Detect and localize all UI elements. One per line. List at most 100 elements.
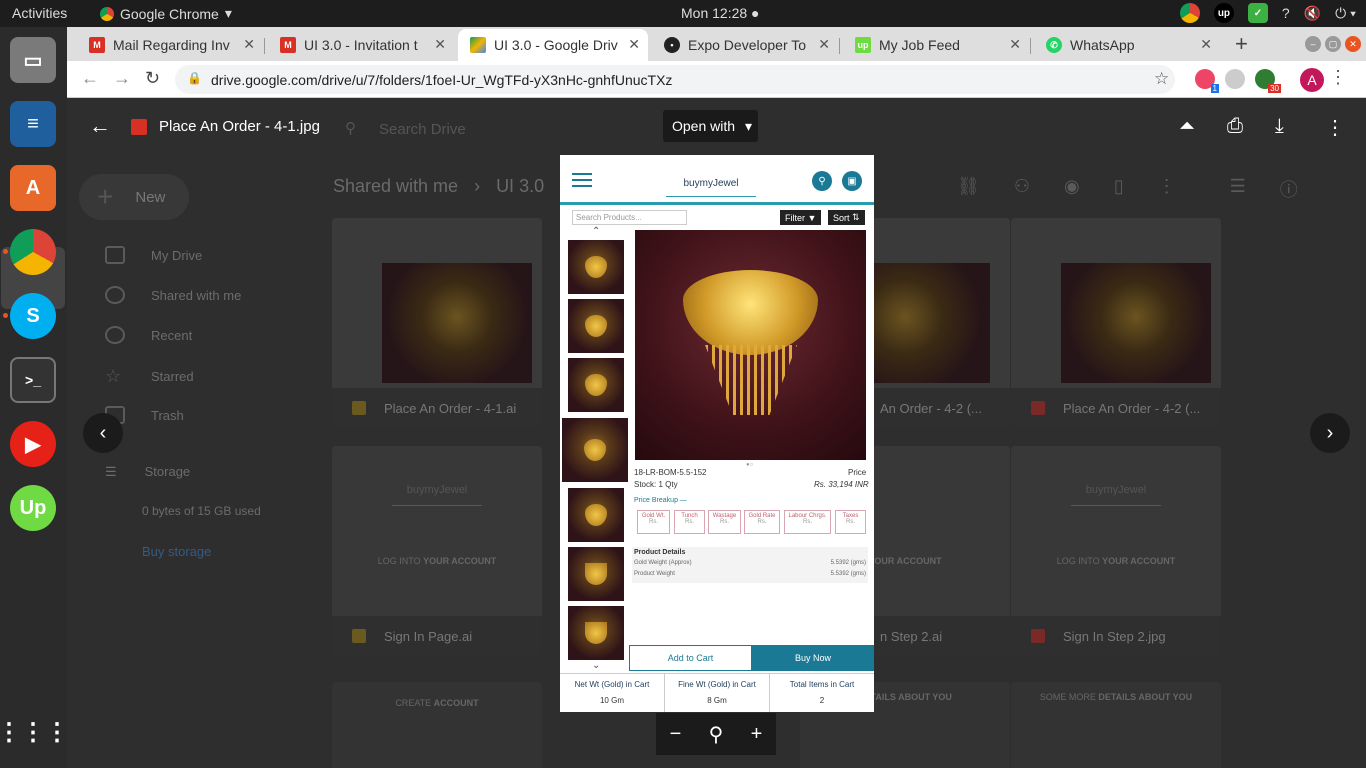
text-editor-icon[interactable]: ≡ — [10, 101, 56, 147]
close-window-button[interactable]: ✕ — [1345, 36, 1361, 52]
zoom-out-icon[interactable]: − — [670, 723, 682, 746]
tab-upwork[interactable]: up My Job Feed ✕ — [843, 29, 1029, 61]
clock[interactable]: Mon 12:28 ● — [681, 5, 760, 21]
add-person-icon[interactable]: ⚇ — [1014, 176, 1030, 202]
viewer-toolbar: ← Place An Order - 4-1.jpg Open with ▾ ⏶… — [67, 98, 1366, 154]
more-icon[interactable]: ⋮ — [1158, 176, 1176, 202]
file-card[interactable]: Place An Order - 4-1.ai — [332, 218, 542, 428]
pendant-fringe — [705, 345, 797, 415]
close-icon[interactable]: ✕ — [243, 36, 255, 53]
maximize-button[interactable]: ▢ — [1325, 36, 1341, 52]
reload-icon[interactable]: ↻ — [145, 68, 160, 89]
file-card[interactable]: buymyJewel LOG INTO YOUR ACCOUNT Sign In… — [1011, 446, 1221, 656]
thumb-heading: LOG INTO YOUR ACCOUNT — [332, 556, 542, 566]
print-icon[interactable]: ⎙ — [1227, 115, 1243, 138]
sidebar-item-my-drive[interactable]: My Drive — [105, 246, 202, 264]
new-tab-button[interactable]: + — [1235, 31, 1248, 57]
breakup-cell: Taxes Rs. — [835, 510, 866, 534]
image-file-icon — [131, 119, 147, 135]
more-vert-icon[interactable]: ⋮ — [1325, 115, 1345, 140]
preview-icon[interactable]: ◉ — [1064, 176, 1080, 202]
thumb-heading: SOME MORE DETAILS ABOUT YOU — [1011, 692, 1221, 702]
app-menu[interactable]: Google Chrome ▾ — [100, 5, 232, 22]
download-icon[interactable]: ⤓ — [1275, 115, 1284, 138]
chrome-dock-icon[interactable] — [10, 229, 56, 275]
chrome-tray-icon[interactable] — [1179, 3, 1200, 23]
pendant-thumb — [584, 439, 606, 461]
tab-invitation[interactable]: M UI 3.0 - Invitation t ✕ — [268, 29, 454, 61]
product-weight-value: 5.5392 (gms) — [830, 571, 866, 577]
file-manager-icon[interactable]: ▭ — [10, 37, 56, 83]
minimize-button[interactable]: – — [1305, 36, 1321, 52]
previous-file-button[interactable]: ‹ — [83, 413, 123, 453]
file-card[interactable]: buymyJewel LOG INTO YOUR ACCOUNT Sign In… — [332, 446, 542, 656]
summary-label: Total Items in Cart — [789, 680, 855, 689]
software-center-icon[interactable]: A — [10, 165, 56, 211]
upwork-tray-icon[interactable]: up — [1213, 3, 1234, 23]
carousel-dots: ●○ — [746, 462, 754, 468]
upwork-dock-icon[interactable]: Up — [10, 485, 56, 531]
next-file-button[interactable]: › — [1310, 413, 1350, 453]
extension-icon[interactable]: 1 — [1195, 69, 1219, 93]
info-icon[interactable]: ⓘ — [1280, 176, 1298, 202]
close-icon[interactable]: ✕ — [628, 36, 640, 53]
extension-icon-2[interactable] — [1225, 69, 1245, 89]
skype-icon[interactable]: S — [10, 293, 56, 339]
close-icon[interactable]: ✕ — [434, 36, 446, 53]
preview-image: buymyJewel ⚲ ▣ Search Products... Filter… — [560, 155, 874, 712]
check-tray-icon[interactable]: ✓ — [1247, 3, 1268, 23]
clock-text: Mon 12:28 — [681, 5, 748, 21]
tab-title: My Job Feed — [879, 37, 960, 53]
add-to-drive-icon[interactable]: ⏶ — [1179, 115, 1195, 138]
show-apps-icon[interactable]: ⋮⋮⋮ — [0, 709, 69, 755]
forward-icon[interactable]: → — [113, 68, 131, 89]
tab-expo[interactable]: • Expo Developer To ✕ — [652, 29, 838, 61]
volume-icon[interactable]: 🔇 — [1304, 5, 1321, 22]
buy-storage-link[interactable]: Buy storage — [142, 544, 211, 559]
file-card[interactable]: SOME MORE DETAILS ABOUT YOU — [1011, 682, 1221, 768]
breadcrumb-root[interactable]: Shared with me — [333, 176, 458, 197]
profile-avatar[interactable]: A — [1300, 68, 1324, 92]
buy-now-button: Buy Now — [752, 645, 874, 671]
activities-button[interactable]: Activities — [12, 5, 67, 21]
main-product-image — [635, 230, 866, 460]
back-arrow-icon[interactable]: ← — [89, 113, 111, 139]
sidebar-item-starred[interactable]: ☆ Starred — [105, 366, 194, 387]
zoom-in-icon[interactable]: + — [751, 723, 763, 746]
zoom-icon[interactable]: ⚲ — [709, 722, 724, 747]
heading-text: SOME MORE — [1039, 692, 1096, 702]
sidebar-item-shared[interactable]: Shared with me — [105, 286, 241, 304]
url-text: drive.google.com/drive/u/7/folders/1foeI… — [211, 71, 673, 88]
file-card[interactable]: Place An Order - 4-2 (... — [1011, 218, 1221, 428]
url-field[interactable]: 🔒 drive.google.com/drive/u/7/folders/1fo… — [175, 65, 1175, 94]
search-icon: ⚲ — [812, 171, 832, 191]
terminal-icon[interactable]: >_ — [10, 357, 56, 403]
image-file-icon — [1031, 629, 1045, 643]
extension-icon-3[interactable]: 30 — [1255, 69, 1281, 93]
delete-icon[interactable]: ▯ — [1114, 176, 1124, 202]
tab-drive[interactable]: UI 3.0 - Google Driv ✕ — [458, 29, 648, 61]
new-label: New — [135, 188, 166, 206]
file-card[interactable]: CREATE ACCOUNT — [332, 682, 542, 768]
chrome-menu-icon[interactable]: ⋮ — [1329, 67, 1347, 88]
back-icon[interactable]: ← — [81, 68, 99, 89]
new-button[interactable]: + New — [79, 174, 189, 220]
address-bar-row: ← → ↻ 🔒 drive.google.com/drive/u/7/folde… — [67, 61, 1366, 98]
thumb-logo: buymyJewel — [392, 476, 482, 506]
close-icon[interactable]: ✕ — [1200, 36, 1212, 53]
link-icon[interactable]: ⛓ — [957, 176, 980, 202]
sidebar-item-recent[interactable]: Recent — [105, 326, 192, 344]
bookmark-star-icon[interactable]: ☆ — [1154, 69, 1169, 89]
close-icon[interactable]: ✕ — [818, 36, 830, 53]
tab-mail[interactable]: M Mail Regarding Inv ✕ — [77, 29, 263, 61]
list-view-icon[interactable]: ☰ — [1230, 176, 1246, 202]
breadcrumb-folder[interactable]: UI 3.0 — [496, 176, 544, 197]
wifi-icon[interactable]: ? — [1282, 5, 1290, 21]
open-with-button[interactable]: Open with ▾ — [663, 110, 758, 142]
power-icon[interactable]: ⏻ ▾ — [1335, 5, 1356, 22]
close-icon[interactable]: ✕ — [1009, 36, 1021, 53]
product-weight-label: Product Weight — [634, 571, 675, 577]
tab-whatsapp[interactable]: ✆ WhatsApp ✕ — [1034, 29, 1220, 61]
youtube-music-icon[interactable]: ▶ — [10, 421, 56, 467]
summary-value: 10 Gm — [599, 696, 624, 705]
